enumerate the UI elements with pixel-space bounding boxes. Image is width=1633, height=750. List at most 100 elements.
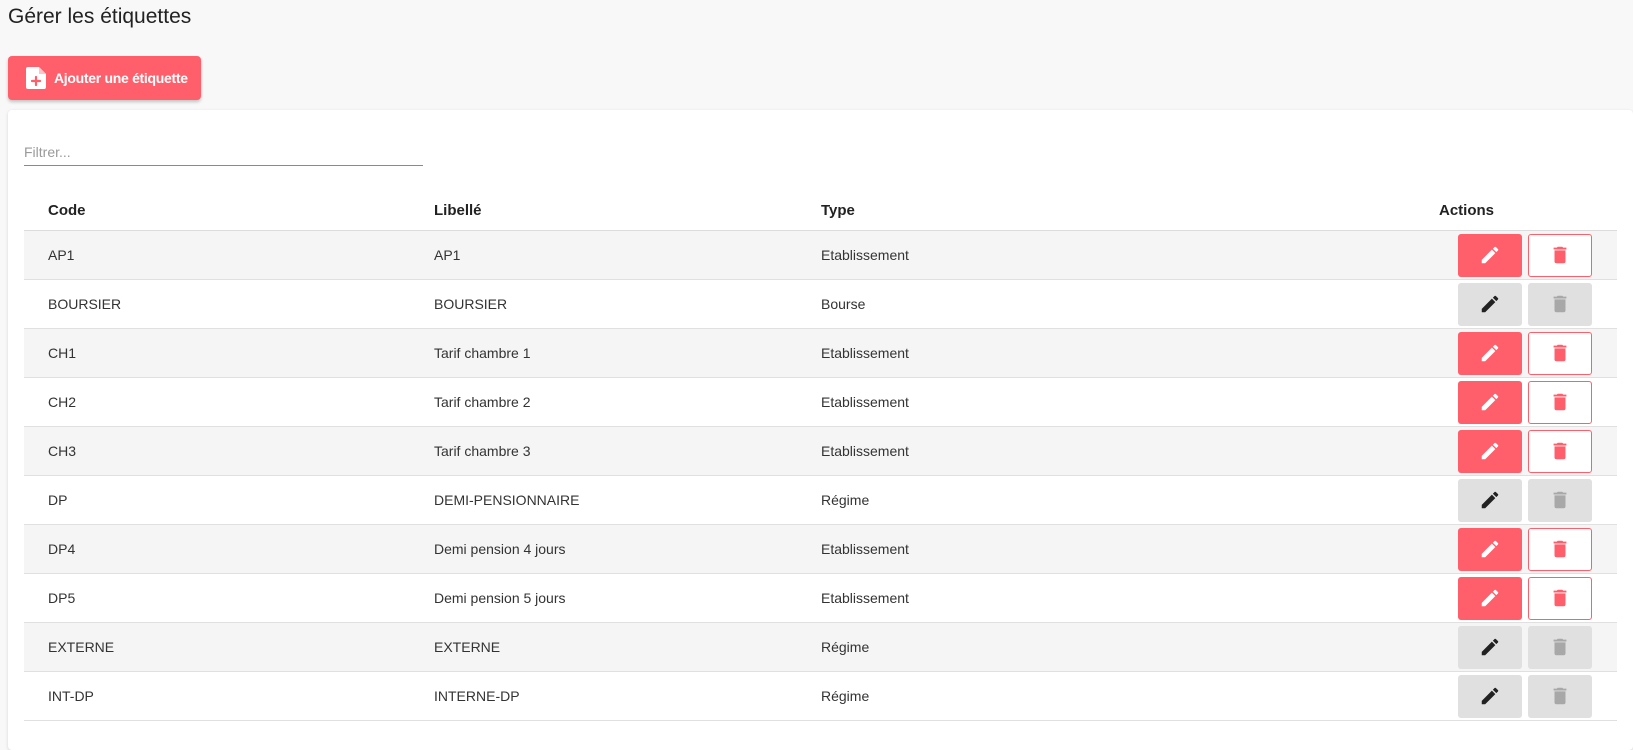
labels-table: Code Libellé Type Actions AP1 AP1 Etabli… [24, 190, 1617, 721]
table-row: DP4 Demi pension 4 jours Etablissement [24, 525, 1617, 574]
delete-button [1528, 625, 1592, 669]
file-plus-icon [26, 67, 46, 89]
trash-icon [1553, 638, 1567, 656]
cell-type: Etablissement [821, 394, 909, 410]
cell-code: CH3 [48, 443, 77, 459]
cell-type: Etablissement [821, 541, 909, 557]
table-row: EXTERNE EXTERNE Régime [24, 623, 1617, 672]
cell-code: DP5 [48, 590, 76, 606]
column-header-actions: Actions [1439, 201, 1495, 219]
table-row: DP DEMI-PENSIONNAIRE Régime [24, 476, 1617, 525]
cell-code: EXTERNE [48, 639, 115, 655]
cell-libelle: Tarif chambre 1 [434, 345, 531, 361]
trash-icon [1553, 393, 1567, 411]
row-actions [1458, 429, 1592, 473]
trash-icon [1553, 246, 1567, 264]
delete-button[interactable] [1528, 380, 1592, 424]
pencil-icon [1481, 393, 1499, 411]
edit-button[interactable] [1458, 331, 1522, 375]
column-header-type[interactable]: Type [821, 202, 855, 219]
cell-code: BOURSIER [48, 296, 122, 312]
pencil-icon [1481, 246, 1499, 264]
pencil-icon [1481, 442, 1499, 460]
table-header: Code Libellé Type Actions [24, 190, 1617, 231]
delete-button[interactable] [1528, 331, 1592, 375]
row-actions [1458, 233, 1592, 277]
row-actions [1458, 331, 1592, 375]
row-actions [1458, 625, 1592, 669]
row-actions [1458, 282, 1592, 326]
column-header-code[interactable]: Code [48, 202, 86, 219]
trash-icon [1553, 442, 1567, 460]
add-label-button-text: Ajouter une étiquette [54, 70, 188, 86]
edit-button[interactable] [1458, 233, 1522, 277]
delete-button[interactable] [1528, 429, 1592, 473]
edit-button[interactable] [1458, 380, 1522, 424]
row-actions [1458, 380, 1592, 424]
page-title: Gérer les étiquettes [8, 5, 192, 28]
edit-button [1458, 625, 1522, 669]
edit-button[interactable] [1458, 576, 1522, 620]
table-row: INT-DP INTERNE-DP Régime [24, 672, 1617, 721]
pencil-icon [1481, 491, 1499, 509]
table-row: CH1 Tarif chambre 1 Etablissement [24, 329, 1617, 378]
pencil-icon [1481, 687, 1499, 705]
column-header-libelle[interactable]: Libellé [434, 202, 482, 219]
cell-type: Etablissement [821, 345, 909, 361]
page: Gérer les étiquettes Ajouter une étiquet… [0, 0, 1633, 750]
cell-code: CH1 [48, 345, 77, 361]
row-actions [1458, 674, 1592, 718]
delete-button [1528, 478, 1592, 522]
pencil-icon [1481, 295, 1499, 313]
cell-libelle: BOURSIER [434, 296, 508, 312]
pencil-icon [1481, 344, 1499, 362]
cell-libelle: DEMI-PENSIONNAIRE [434, 492, 580, 508]
table-row: AP1 AP1 Etablissement [24, 231, 1617, 280]
cell-libelle: AP1 [434, 247, 461, 263]
cell-type: Bourse [821, 296, 866, 312]
edit-button[interactable] [1458, 527, 1522, 571]
cell-type: Régime [821, 492, 870, 508]
cell-type: Etablissement [821, 590, 909, 606]
cell-code: DP [48, 492, 68, 508]
trash-icon [1553, 687, 1567, 705]
pencil-icon [1481, 589, 1499, 607]
trash-icon [1553, 344, 1567, 362]
cell-code: CH2 [48, 394, 77, 410]
delete-button [1528, 674, 1592, 718]
cell-code: DP4 [48, 541, 76, 557]
row-actions [1458, 576, 1592, 620]
cell-libelle: Tarif chambre 3 [434, 443, 531, 459]
table-row: BOURSIER BOURSIER Bourse [24, 280, 1617, 329]
trash-icon [1553, 589, 1567, 607]
cell-libelle: EXTERNE [434, 639, 501, 655]
cell-libelle: INTERNE-DP [434, 688, 520, 704]
row-actions [1458, 527, 1592, 571]
trash-icon [1553, 491, 1567, 509]
edit-button [1458, 282, 1522, 326]
cell-type: Etablissement [821, 443, 909, 459]
trash-icon [1553, 540, 1567, 558]
cell-code: AP1 [48, 247, 75, 263]
table-row: CH3 Tarif chambre 3 Etablissement [24, 427, 1617, 476]
pencil-icon [1481, 638, 1499, 656]
cell-code: INT-DP [48, 688, 94, 704]
cell-libelle: Demi pension 4 jours [434, 541, 566, 557]
table-row: DP5 Demi pension 5 jours Etablissement [24, 574, 1617, 623]
delete-button[interactable] [1528, 233, 1592, 277]
cell-libelle: Tarif chambre 2 [434, 394, 531, 410]
delete-button[interactable] [1528, 527, 1592, 571]
table-row: CH2 Tarif chambre 2 Etablissement [24, 378, 1617, 427]
cell-type: Régime [821, 639, 870, 655]
cell-type: Régime [821, 688, 870, 704]
cell-type: Etablissement [821, 247, 909, 263]
add-label-button[interactable]: Ajouter une étiquette [8, 56, 201, 100]
row-actions [1458, 478, 1592, 522]
pencil-icon [1481, 540, 1499, 558]
trash-icon [1553, 295, 1567, 313]
edit-button[interactable] [1458, 429, 1522, 473]
edit-button [1458, 478, 1522, 522]
filter-input[interactable] [24, 138, 423, 166]
delete-button [1528, 282, 1592, 326]
delete-button[interactable] [1528, 576, 1592, 620]
